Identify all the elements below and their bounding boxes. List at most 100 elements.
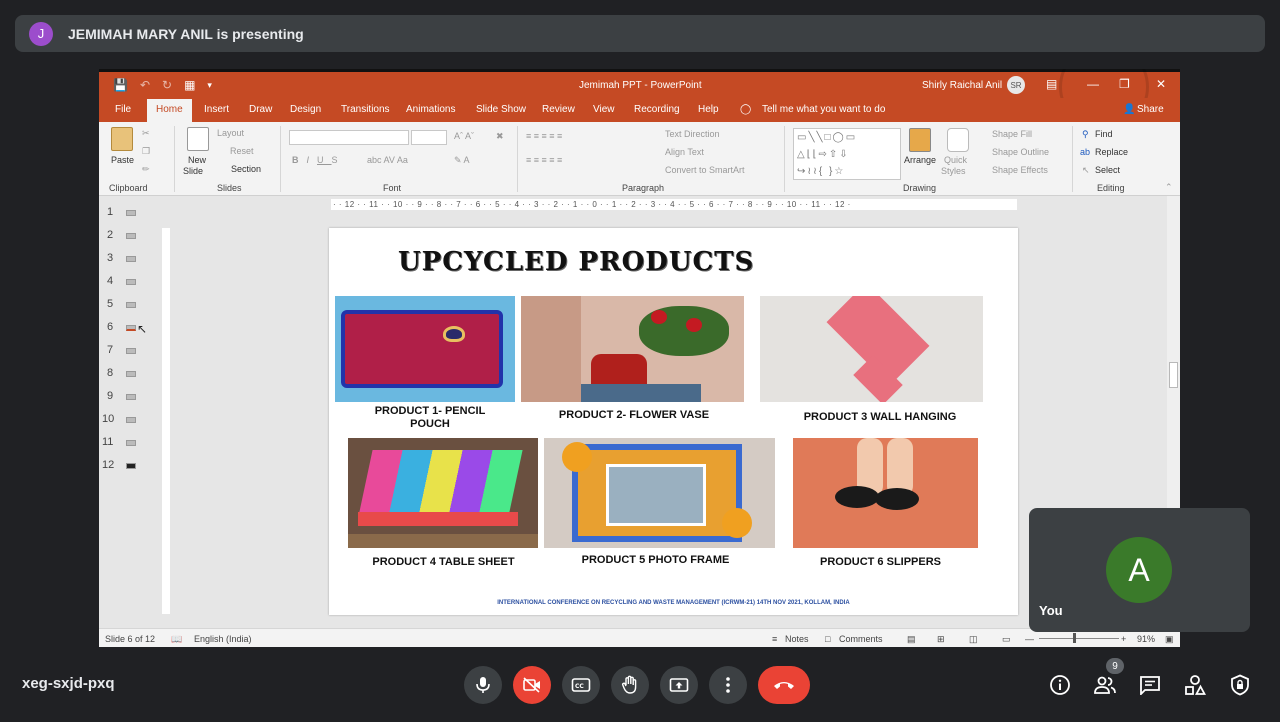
shape-effects-button[interactable]: Shape Effects <box>992 165 1048 175</box>
collapse-ribbon-icon[interactable]: ⌃ <box>1165 182 1173 193</box>
account-avatar[interactable]: SR <box>1007 76 1025 94</box>
language-indicator[interactable]: English (India) <box>194 634 252 644</box>
chat-button[interactable] <box>1138 673 1162 697</box>
quick-styles-icon[interactable] <box>947 128 969 152</box>
tab-insert[interactable]: Insert <box>204 104 229 115</box>
slideshow-view-icon[interactable]: ▭ <box>1002 634 1011 645</box>
slide-thumb-selected[interactable]: 6 <box>99 317 157 340</box>
tab-view[interactable]: View <box>593 104 615 115</box>
font-size-box[interactable] <box>411 130 447 145</box>
host-controls-button[interactable] <box>1228 673 1252 697</box>
convert-smartart-button[interactable]: Convert to SmartArt <box>665 165 745 175</box>
save-icon[interactable]: 💾 <box>113 78 128 92</box>
new-slide-icon[interactable] <box>187 127 209 151</box>
more-options-button[interactable] <box>709 666 747 704</box>
format-painter-icon[interactable]: ✏ <box>142 164 150 175</box>
undo-icon[interactable]: ↶ <box>140 78 150 92</box>
slide-thumb[interactable]: 4 <box>99 271 157 294</box>
shared-screen-powerpoint[interactable]: 💾 ↶ ↻ ▦ ▾ Jemimah PPT - PowerPoint Shirl… <box>99 69 1180 647</box>
slide-thumb[interactable]: 7 <box>99 340 157 363</box>
slide-sorter-icon[interactable]: ⊞ <box>937 634 945 645</box>
paste-icon[interactable] <box>111 127 133 151</box>
replace-button[interactable]: Replace <box>1095 147 1128 157</box>
leave-call-button[interactable] <box>758 666 810 704</box>
zoom-level[interactable]: 91% <box>1137 634 1155 644</box>
layout-button[interactable]: Layout <box>217 128 244 138</box>
activities-button[interactable] <box>1183 673 1207 697</box>
slide-thumb[interactable]: 9 <box>99 386 157 409</box>
slide-thumb[interactable]: 2 <box>99 225 157 248</box>
new-slide-label-1[interactable]: New <box>188 155 206 165</box>
align-text-button[interactable]: Align Text <box>665 147 704 157</box>
char-spacing-icon[interactable]: abc AV Aa <box>367 155 408 165</box>
arrange-icon[interactable] <box>909 128 931 152</box>
zoom-slider[interactable] <box>1039 638 1119 639</box>
slide-thumb[interactable]: 1 <box>99 202 157 225</box>
slide-thumb[interactable]: 5 <box>99 294 157 317</box>
cut-icon[interactable]: ✂ <box>142 128 150 139</box>
tab-animations[interactable]: Animations <box>406 104 455 115</box>
font-style-buttons[interactable]: BIUS <box>292 155 346 165</box>
section-button[interactable]: Section <box>231 164 261 174</box>
camera-off-button[interactable] <box>513 666 551 704</box>
slide-thumb[interactable]: 8 <box>99 363 157 386</box>
tab-recording[interactable]: Recording <box>634 104 680 115</box>
copy-icon[interactable]: ❐ <box>142 146 150 157</box>
tab-slide-show[interactable]: Slide Show <box>476 104 526 115</box>
shape-fill-button[interactable]: Shape Fill <box>992 129 1032 139</box>
zoom-slider-thumb[interactable] <box>1073 633 1076 643</box>
reading-view-icon[interactable]: ◫ <box>969 634 978 645</box>
product-6-photo[interactable] <box>793 438 978 548</box>
customize-qat-icon[interactable]: ▾ <box>207 80 212 91</box>
zoom-in-icon[interactable]: + <box>1121 634 1126 644</box>
tell-me-search[interactable]: Tell me what you want to do <box>762 104 885 115</box>
find-icon[interactable]: ⚲ <box>1082 129 1089 140</box>
highlight-icon[interactable]: ✎ A <box>454 155 470 166</box>
meeting-details-button[interactable] <box>1048 673 1072 697</box>
tab-transitions[interactable]: Transitions <box>341 104 390 115</box>
notes-icon[interactable]: ≡ <box>772 634 777 644</box>
arrange-label[interactable]: Arrange <box>904 155 936 165</box>
self-video-tile[interactable]: A You <box>1029 508 1250 632</box>
scroll-thumb[interactable] <box>1169 362 1178 388</box>
tab-help[interactable]: Help <box>698 104 719 115</box>
tab-draw[interactable]: Draw <box>249 104 272 115</box>
comments-icon[interactable]: □ <box>825 634 830 644</box>
product-1-photo[interactable] <box>335 296 515 402</box>
share-icon[interactable]: 👤 <box>1123 104 1135 115</box>
paste-label[interactable]: Paste <box>111 155 134 165</box>
find-button[interactable]: Find <box>1095 129 1113 139</box>
maximize-icon[interactable]: ❐ <box>1119 77 1130 91</box>
present-screen-button[interactable] <box>660 666 698 704</box>
clear-format-icon[interactable]: ✖ <box>496 131 504 142</box>
new-slide-label-2[interactable]: Slide <box>183 166 203 176</box>
select-icon[interactable]: ↖ <box>1082 165 1090 176</box>
slide-thumb[interactable]: 11 <box>99 432 157 455</box>
zoom-out-icon[interactable]: — <box>1025 634 1034 644</box>
slide-canvas[interactable]: UPCYCLED PRODUCTS PRODUCT 1- PENCIL POUC… <box>329 228 1018 615</box>
shape-outline-button[interactable]: Shape Outline <box>992 147 1049 157</box>
captions-button[interactable]: CC <box>562 666 600 704</box>
start-from-beginning-icon[interactable]: ▦ <box>184 78 195 92</box>
fit-slide-icon[interactable]: ▣ <box>1165 634 1174 645</box>
spell-check-icon[interactable]: 📖 <box>171 634 182 645</box>
tab-file[interactable]: File <box>115 104 131 115</box>
slide-thumb[interactable]: 12 <box>99 455 157 478</box>
product-4-photo[interactable] <box>348 438 538 548</box>
select-button[interactable]: Select <box>1095 165 1120 175</box>
notes-button[interactable]: Notes <box>785 634 809 644</box>
quick-styles-label-2[interactable]: Styles <box>941 166 966 176</box>
tab-home[interactable]: Home <box>147 99 192 122</box>
bullets-icon[interactable]: ≡ ≡ ≡ ≡ ≡ <box>526 131 562 141</box>
product-3-photo[interactable] <box>760 296 983 402</box>
share-button[interactable]: Share <box>1137 104 1164 115</box>
slide-thumb[interactable]: 3 <box>99 248 157 271</box>
replace-icon[interactable]: ab <box>1080 147 1090 157</box>
increase-font-icon[interactable]: Aˆ Aˇ <box>454 131 474 141</box>
slide-thumb[interactable]: 10 <box>99 409 157 432</box>
people-button[interactable] <box>1093 673 1117 697</box>
tab-design[interactable]: Design <box>290 104 321 115</box>
ribbon-display-icon[interactable]: ▤ <box>1046 77 1057 91</box>
reset-button[interactable]: Reset <box>230 146 254 156</box>
account-name[interactable]: Shirly Raichal Anil <box>922 80 1002 91</box>
